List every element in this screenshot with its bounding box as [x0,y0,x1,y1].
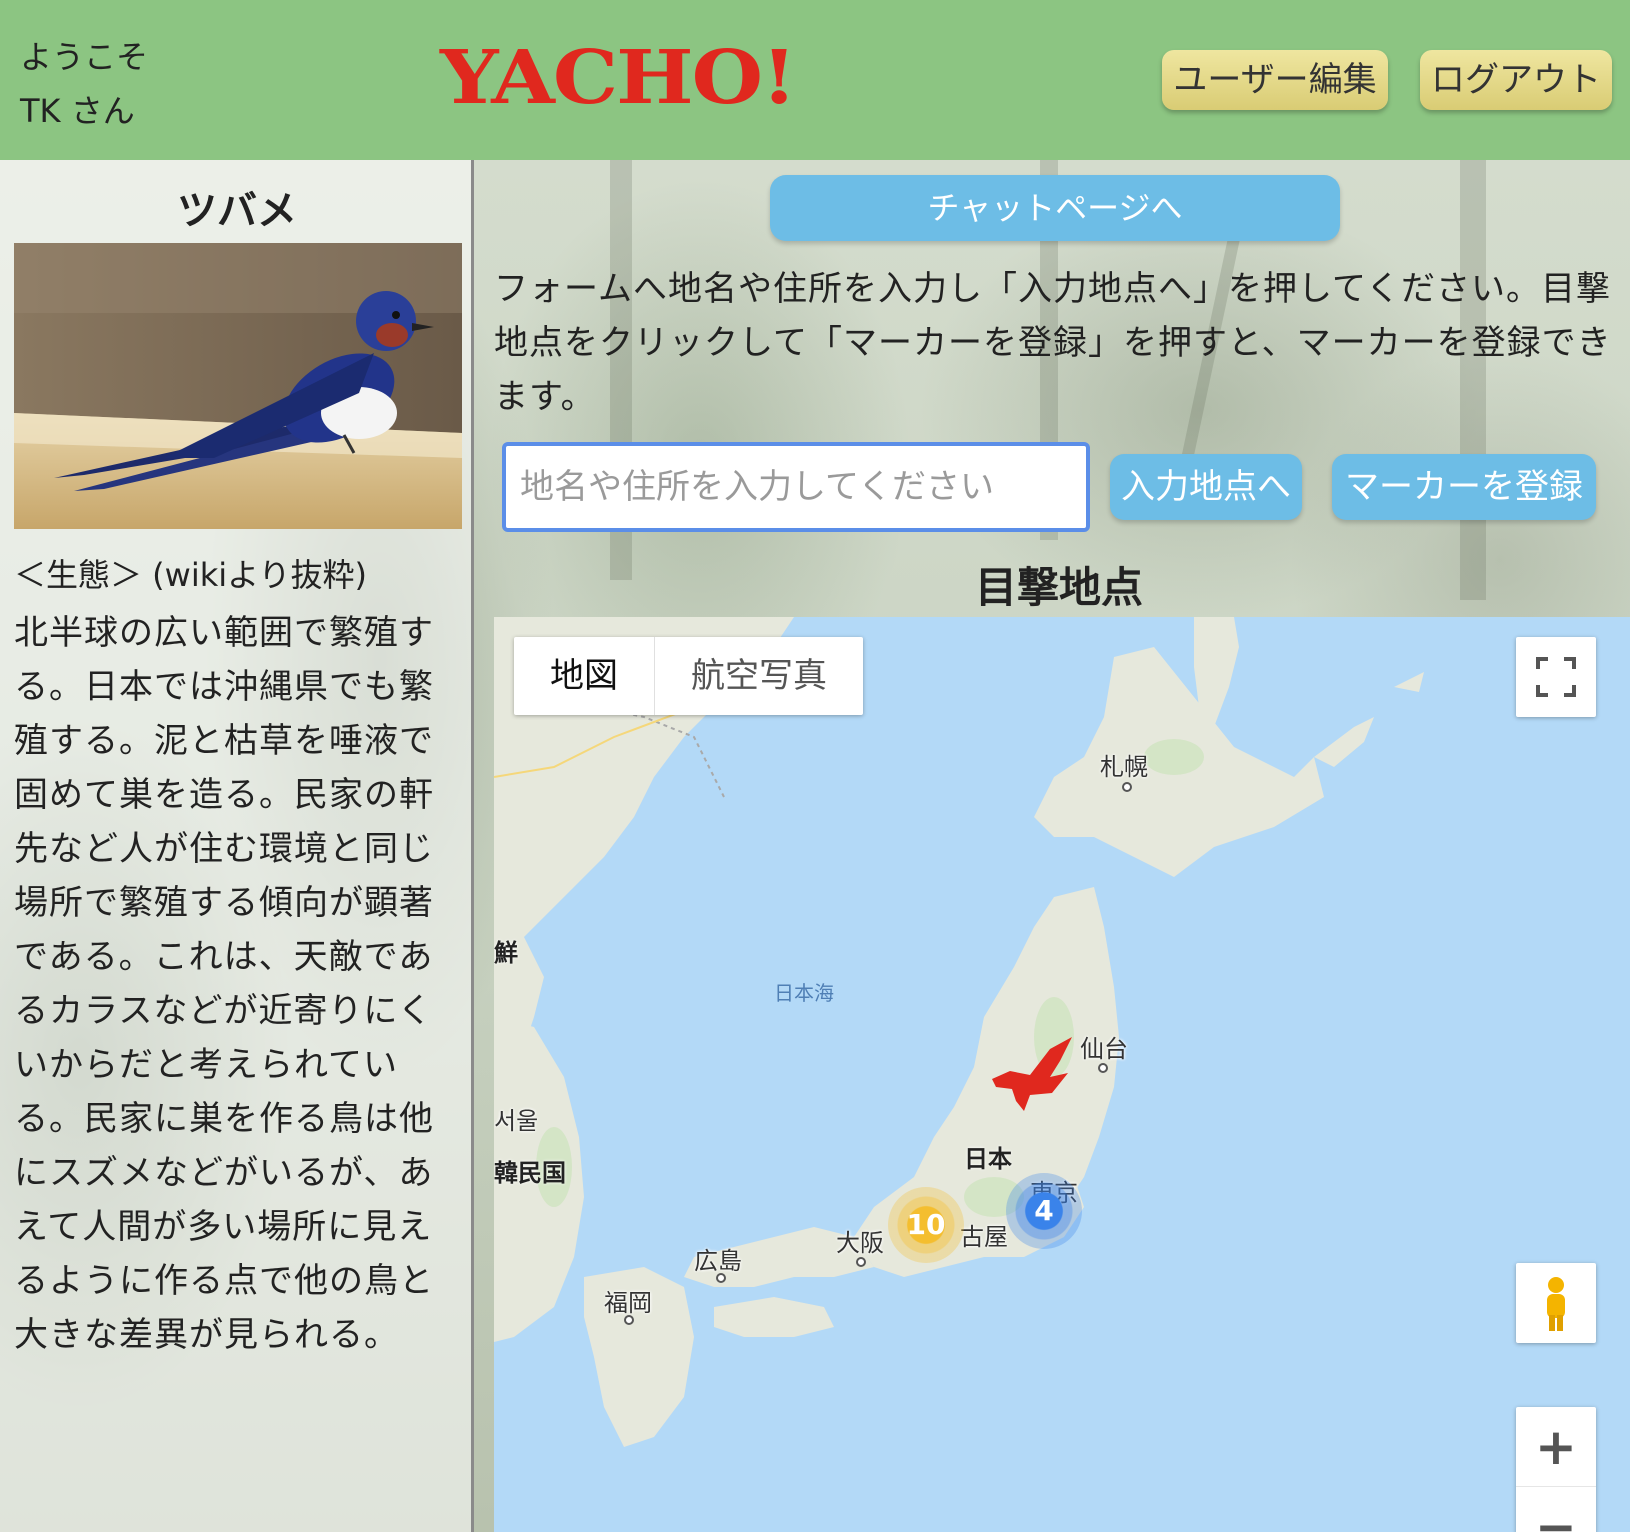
marker-cluster-yellow[interactable]: 10 [888,1187,964,1263]
city-label-hiroshima: 広島 [694,1247,742,1275]
site-logo[interactable]: YACHO! [440,35,797,121]
bird-marker-icon[interactable] [980,1035,1080,1123]
country-label-fragment: 鮮 [494,939,518,967]
city-dot [1098,1063,1108,1073]
map-type-control: 地図 航空写真 [514,637,863,715]
sea-label: 日本海 [774,981,834,1005]
city-label-osaka: 大阪 [836,1229,884,1257]
fullscreen-button[interactable] [1516,637,1596,717]
welcome-message: ようこそ TK さん [20,30,148,138]
fullscreen-icon [1536,657,1576,697]
city-label-fukuoka: 福岡 [604,1289,652,1317]
bird-photo [14,243,462,529]
zoom-control: + − [1516,1407,1596,1532]
sighting-map[interactable]: 地図 航空写真 + − 札幌 仙台 東京 古屋 大阪 広島 福岡 日本海 日本 … [494,617,1630,1532]
zoom-out-button[interactable]: − [1516,1487,1596,1532]
header-bar: ようこそ TK さん YACHO! ユーザー編集 ログアウト [0,0,1630,160]
city-label-sendai: 仙台 [1080,1035,1128,1063]
instruction-text: フォームへ地名や住所を入力し「入力地点へ」を押してください。目撃地点をクリックし… [494,269,1612,417]
city-label-nagoya: 古屋 [960,1223,1008,1251]
map-title: 目撃地点 [974,563,1143,612]
ecology-text: 北半球の広い範囲で繁殖する。日本では沖縄県でも繁殖する。泥と枯草を唾液で固めて巣… [14,613,434,1355]
city-dot [1122,782,1132,792]
bird-info-panel: ツバメ ＜生態＞ (wikiより抜粋) 北半球の広い範囲で繁殖する。日本では沖縄… [0,160,474,1532]
city-label-seoul: 서울 [494,1107,539,1135]
ecology-heading: ＜生態＞ (wikiより抜粋) [14,556,367,594]
welcome-greeting: ようこそ [20,38,149,76]
zoom-in-button[interactable]: + [1516,1407,1596,1487]
map-type-map-button[interactable]: 地図 [514,637,655,715]
city-dot [716,1273,726,1283]
location-search-input[interactable] [502,442,1090,532]
edit-user-button[interactable]: ユーザー編集 [1162,50,1388,110]
chat-page-button[interactable]: チャットページへ [770,175,1340,241]
country-label-korea: 韓民国 [494,1159,566,1187]
register-marker-button[interactable]: マーカーを登録 [1332,454,1596,520]
city-dot [624,1315,634,1325]
country-label-japan: 日本 [964,1145,1012,1173]
pegman-icon [1547,1277,1565,1331]
street-view-button[interactable] [1516,1263,1596,1343]
marker-cluster-blue[interactable]: 4 [1006,1173,1082,1249]
city-label-sapporo: 札幌 [1100,753,1148,781]
city-dot [856,1257,866,1267]
welcome-username: TK さん [20,92,135,130]
logout-button[interactable]: ログアウト [1420,50,1612,110]
bird-name: ツバメ [177,188,297,234]
goto-location-button[interactable]: 入力地点へ [1110,454,1302,520]
map-type-satellite-button[interactable]: 航空写真 [655,637,863,715]
